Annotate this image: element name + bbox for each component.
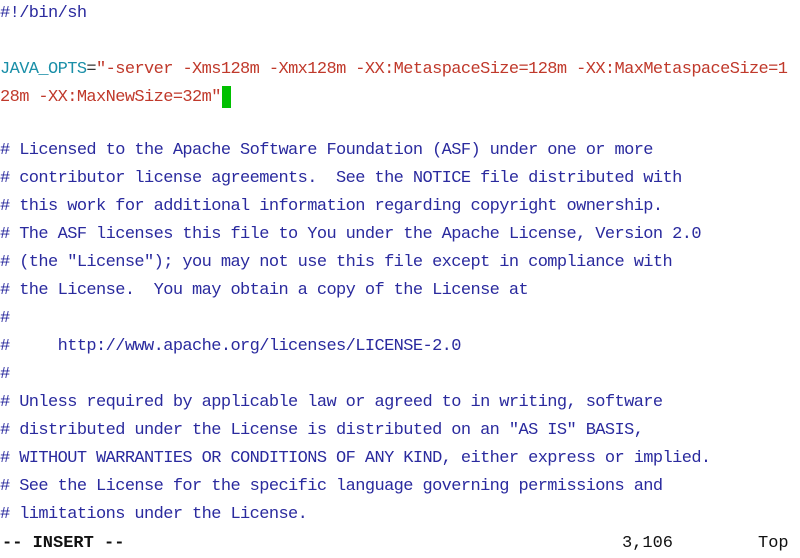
comment-line[interactable]: # Licensed to the Apache Software Founda…	[0, 137, 654, 165]
comment-line[interactable]: # (the "License"); you may not use this …	[0, 249, 673, 277]
comment-line[interactable]: # limitations under the License.	[0, 501, 308, 528]
java-opts-value-part-2: 28m -XX:MaxNewSize=32m"	[0, 88, 221, 107]
java-opts-value-part-1: "-server -Xms128m -Xmx128m -XX:Metaspace…	[96, 60, 788, 79]
comment-line[interactable]: # Unless required by applicable law or a…	[0, 389, 663, 417]
comment-line[interactable]: # WITHOUT WARRANTIES OR CONDITIONS OF AN…	[0, 445, 711, 473]
comment-line[interactable]: # See the License for the specific langu…	[0, 473, 663, 501]
java-opts-line-1[interactable]: JAVA_OPTS="-server -Xms128m -Xmx128m -XX…	[0, 56, 788, 84]
assign-operator: =	[86, 60, 97, 79]
status-bar: -- INSERT -- 3,106 Top	[0, 530, 800, 558]
comment-line[interactable]: #	[0, 305, 10, 333]
comment-line[interactable]: #	[0, 361, 10, 389]
comment-line[interactable]: # The ASF licenses this file to You unde…	[0, 221, 702, 249]
text-cursor	[221, 85, 231, 108]
comment-line[interactable]: # the License. You may obtain a copy of …	[0, 277, 529, 305]
editor-text-area[interactable]: #!/bin/sh JAVA_OPTS="-server -Xms128m -X…	[0, 0, 800, 528]
comment-line[interactable]: # this work for additional information r…	[0, 193, 663, 221]
java-opts-variable: JAVA_OPTS	[0, 60, 87, 79]
cursor-position: 3,106	[622, 534, 674, 553]
mode-indicator: -- INSERT --	[2, 534, 125, 553]
shebang-line[interactable]: #!/bin/sh	[0, 0, 87, 28]
java-opts-line-2[interactable]: 28m -XX:MaxNewSize=32m"	[0, 84, 231, 112]
comment-line[interactable]: # http://www.apache.org/licenses/LICENSE…	[0, 333, 461, 361]
scroll-position: Top	[758, 534, 789, 553]
comment-line[interactable]: # distributed under the License is distr…	[0, 417, 644, 445]
comment-line[interactable]: # contributor license agreements. See th…	[0, 165, 682, 193]
